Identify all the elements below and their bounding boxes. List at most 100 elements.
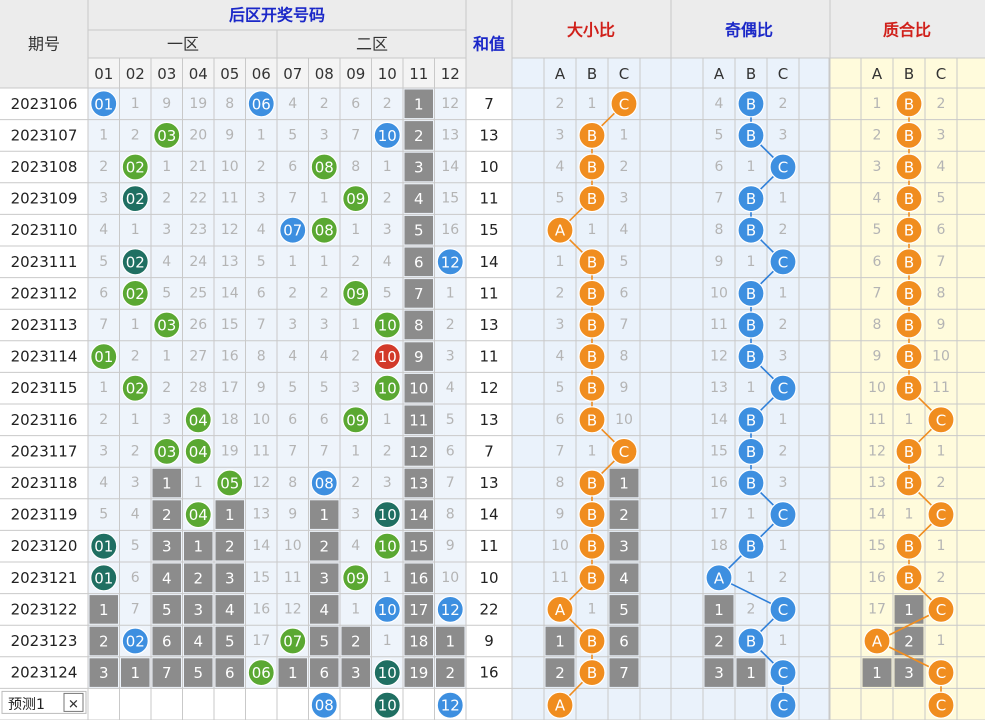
omit-count: 1 [131, 96, 140, 112]
ratio-ball: B [587, 411, 597, 429]
omit-count: 2 [288, 285, 297, 301]
sum-cell: 7 [484, 442, 494, 460]
omit-count: 2 [383, 191, 392, 207]
ratio-count: 3 [556, 317, 565, 333]
sum-cell: 12 [479, 379, 498, 397]
number-ball: 09 [346, 411, 365, 429]
omit-box-cell: 18 [409, 633, 428, 651]
ratio-box-cell: 7 [619, 664, 629, 682]
ratio-count: 16 [710, 475, 728, 491]
ratio-ball: C [936, 411, 946, 429]
ratio-count: 2 [779, 570, 788, 586]
ratio-box-cell: 2 [555, 664, 565, 682]
ratio-ball: B [746, 411, 756, 429]
ratio-ball: B [746, 95, 756, 113]
period-cell: 2023109 [11, 190, 78, 208]
omit-count: 4 [320, 349, 329, 365]
abc-col-header: B [904, 65, 914, 83]
ratio-count: 1 [937, 538, 946, 554]
ratio-count: 1 [937, 633, 946, 649]
ratio-count: 2 [937, 96, 946, 112]
omit-count: 4 [162, 254, 171, 270]
ratio-count: 4 [620, 222, 629, 238]
period-cell: 2023107 [11, 126, 78, 144]
prime-ratio-header: 质合比 [883, 21, 931, 40]
omit-count: 3 [383, 222, 392, 238]
omit-count: 3 [446, 349, 455, 365]
ratio-ball: B [904, 253, 914, 271]
ratio-ball: A [872, 633, 883, 651]
period-cell: 2023122 [11, 600, 78, 618]
ratio-ball: B [904, 222, 914, 240]
number-ball: 08 [315, 159, 334, 177]
ratio-count: 15 [868, 538, 886, 554]
omit-count: 1 [99, 380, 108, 396]
ratio-count: 5 [873, 222, 882, 238]
omit-count: 1 [320, 191, 329, 207]
omit-count: 3 [99, 191, 108, 207]
number-ball: 04 [189, 443, 208, 461]
omit-count: 7 [446, 475, 455, 491]
omit-count: 7 [351, 127, 360, 143]
omit-box-cell: 3 [193, 601, 203, 619]
number-ball: 09 [346, 285, 365, 303]
ratio-count: 10 [932, 349, 950, 365]
number-ball: 02 [126, 380, 145, 398]
number-col-header: 11 [409, 65, 428, 83]
omit-box-cell: 2 [193, 569, 203, 587]
omit-box-cell: 1 [288, 664, 298, 682]
omit-count: 3 [257, 191, 266, 207]
ratio-box-cell: 3 [619, 538, 629, 556]
sum-cell: 14 [479, 506, 498, 524]
ratio-count: 6 [937, 222, 946, 238]
omit-count: 25 [189, 285, 207, 301]
omit-count: 3 [162, 412, 171, 428]
omit-box-cell: 16 [409, 569, 428, 587]
abc-col-header: C [936, 65, 946, 83]
ratio-box-cell: 1 [904, 601, 914, 619]
ratio-count: 1 [620, 127, 629, 143]
omit-count: 9 [225, 127, 234, 143]
number-ball: 02 [126, 190, 145, 208]
omit-count: 22 [189, 191, 207, 207]
period-cell: 2023106 [11, 95, 78, 113]
omit-count: 13 [221, 254, 239, 270]
omit-count: 2 [99, 159, 108, 175]
omit-box-cell: 14 [409, 506, 428, 524]
omit-count: 16 [252, 601, 270, 617]
ratio-count: 10 [615, 412, 633, 428]
period-cell: 2023124 [11, 664, 78, 682]
omit-box-cell: 6 [414, 253, 424, 271]
omit-box-cell: 5 [319, 633, 329, 651]
sum-cell: 22 [479, 600, 498, 618]
close-icon: ✕ [68, 698, 79, 713]
number-ball: 01 [94, 95, 113, 113]
omit-box-cell: 2 [162, 506, 172, 524]
omit-box-cell: 10 [409, 380, 428, 398]
sum-cell: 11 [479, 190, 498, 208]
ratio-count: 2 [779, 443, 788, 459]
period-cell: 2023114 [11, 348, 78, 366]
ratio-box-cell: 2 [714, 633, 724, 651]
ratio-ball: B [587, 285, 597, 303]
ratio-ball: B [587, 317, 597, 335]
omit-box-cell: 13 [409, 475, 428, 493]
omit-count: 23 [189, 222, 207, 238]
zone2-header: 二区 [356, 35, 388, 54]
omit-count: 13 [441, 127, 459, 143]
ratio-ball: C [778, 253, 788, 271]
omit-count: 1 [162, 349, 171, 365]
omit-box-cell: 8 [414, 317, 424, 335]
ratio-box-cell: 6 [619, 633, 629, 651]
omit-count: 1 [288, 254, 297, 270]
number-ball: 02 [126, 253, 145, 271]
period-cell: 2023119 [11, 506, 78, 524]
ratio-ball: C [778, 380, 788, 398]
ratio-count: 1 [747, 570, 756, 586]
omit-box-cell: 6 [319, 664, 329, 682]
omit-count: 17 [221, 380, 239, 396]
ratio-ball: C [936, 506, 946, 524]
ratio-count: 6 [620, 285, 629, 301]
omit-count: 24 [189, 254, 207, 270]
sum-cell: 9 [484, 632, 494, 650]
